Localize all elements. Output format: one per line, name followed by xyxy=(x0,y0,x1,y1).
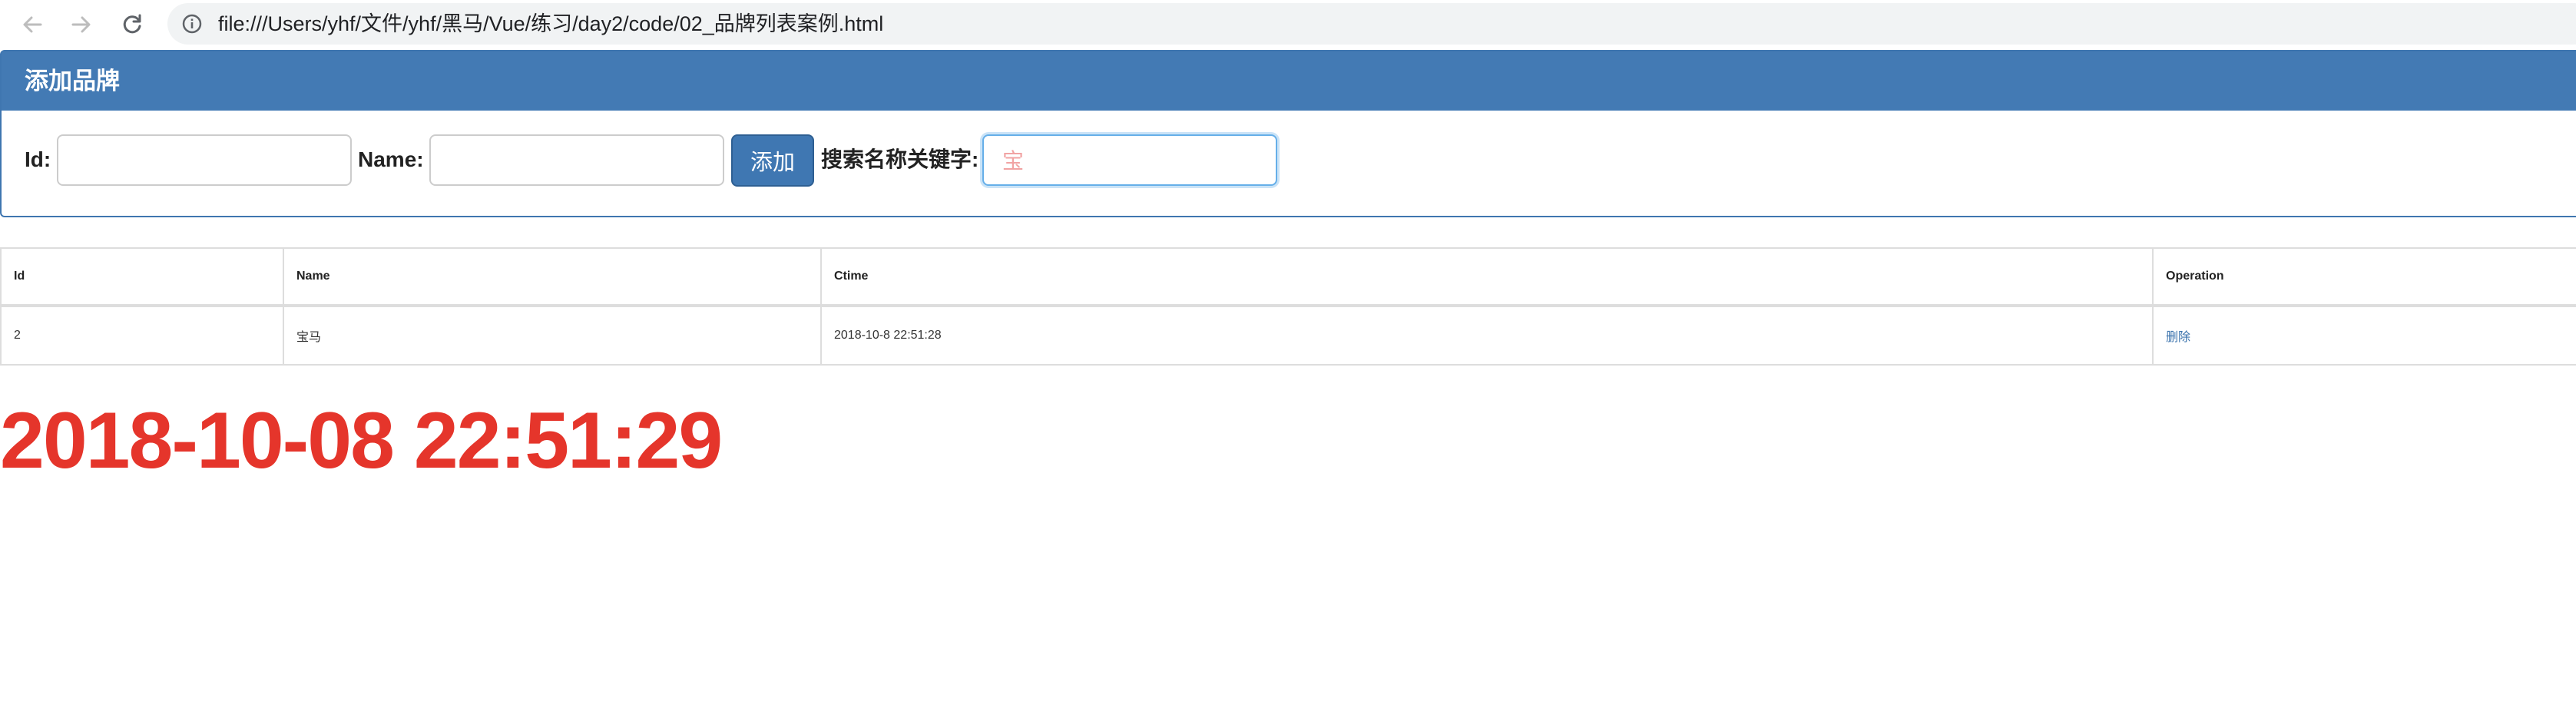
table-header-operation: Operation xyxy=(2152,247,2576,307)
name-label: Name: xyxy=(358,147,424,171)
back-arrow-icon xyxy=(23,16,42,33)
table-header-name: Name xyxy=(283,247,822,307)
id-input[interactable] xyxy=(57,134,352,186)
table-header-id: Id xyxy=(0,247,284,307)
forward-button[interactable] xyxy=(65,8,98,41)
reload-icon xyxy=(123,14,141,34)
panel-title: 添加品牌 xyxy=(25,68,120,94)
row-id: 2 xyxy=(0,306,284,366)
panel-heading: 添加品牌 xyxy=(2,51,2576,111)
info-icon[interactable] xyxy=(181,13,203,35)
table-header-ctime: Ctime xyxy=(820,247,2154,307)
current-time: 2018-10-08 22:51:29 xyxy=(0,396,723,485)
row-operation-cell: 删除 xyxy=(2152,306,2576,366)
url-text: file:///Users/yhf/文件/yhf/黑马/Vue/练习/day2/… xyxy=(218,12,884,35)
search-label: 搜索名称关键字: xyxy=(821,147,979,171)
row-name: 宝马 xyxy=(283,306,822,366)
reload-button[interactable] xyxy=(115,8,149,41)
add-button[interactable]: 添加 xyxy=(731,134,814,187)
address-bar[interactable]: file:///Users/yhf/文件/yhf/黑马/Vue/练习/day2/… xyxy=(167,3,2576,45)
forward-arrow-icon xyxy=(71,16,91,33)
delete-link[interactable]: 删除 xyxy=(2166,326,2190,345)
id-label: Id: xyxy=(25,147,51,171)
search-input-value: 宝 xyxy=(1002,149,1025,173)
back-button[interactable] xyxy=(15,8,49,41)
browser-toolbar: file:///Users/yhf/文件/yhf/黑马/Vue/练习/day2/… xyxy=(0,0,2576,49)
add-brand-panel: 添加品牌 Id: Name: 添加 搜索名称关键字: 宝 xyxy=(0,50,2576,217)
search-input[interactable]: 宝 xyxy=(982,134,1277,186)
row-ctime: 2018-10-8 22:51:28 xyxy=(820,306,2154,366)
name-input[interactable] xyxy=(429,134,724,186)
